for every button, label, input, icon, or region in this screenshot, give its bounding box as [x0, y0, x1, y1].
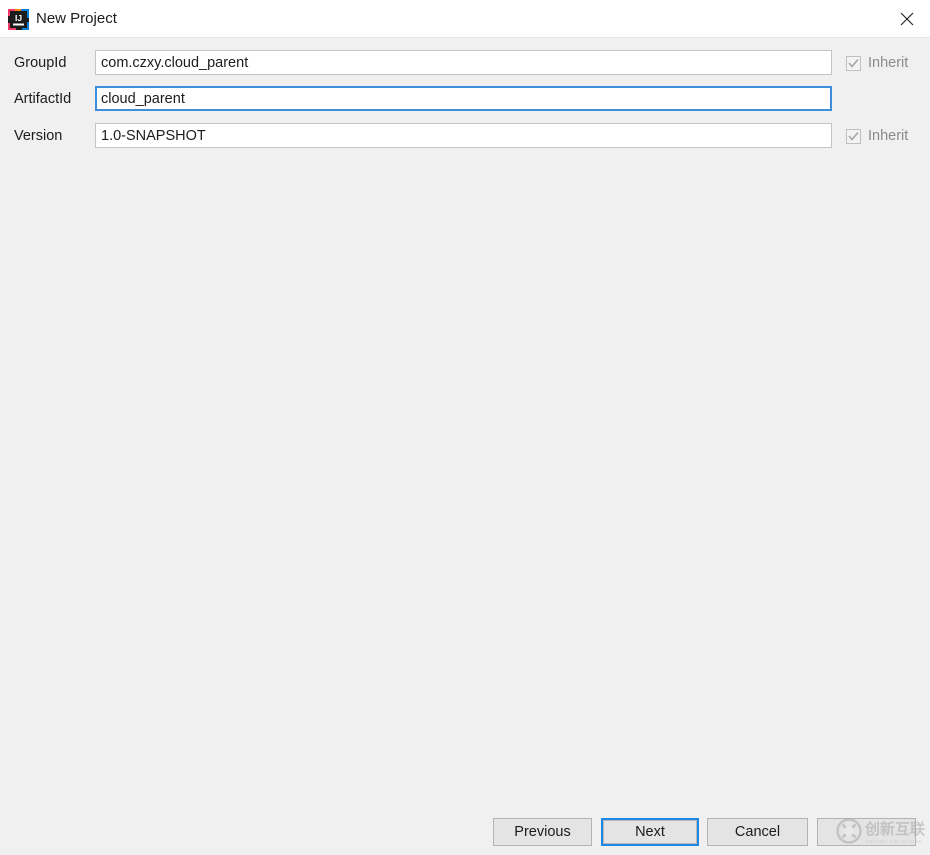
svg-text:IJ: IJ — [15, 13, 22, 23]
title-bar: IJ New Project — [0, 0, 930, 38]
close-icon — [900, 12, 914, 26]
intellij-idea-icon: IJ — [8, 9, 29, 30]
groupid-inherit-label: Inherit — [868, 55, 909, 71]
close-button[interactable] — [884, 0, 930, 38]
groupid-inherit-checkbox[interactable]: Inherit — [846, 52, 908, 74]
dialog-content: GroupId Inherit ArtifactId Version Inher… — [0, 38, 930, 855]
previous-button[interactable]: Previous — [493, 818, 592, 846]
checkbox-checked-icon — [846, 128, 861, 144]
version-input[interactable] — [95, 123, 832, 148]
cancel-button[interactable]: Cancel — [707, 818, 808, 846]
form-row-groupid: GroupId Inherit — [0, 50, 930, 76]
next-button[interactable]: Next — [601, 818, 699, 846]
checkbox-checked-icon — [846, 55, 861, 71]
form-row-artifactid: ArtifactId — [0, 86, 930, 112]
form-row-version: Version Inherit — [0, 123, 930, 149]
artifactid-label: ArtifactId — [14, 91, 72, 107]
version-inherit-checkbox[interactable]: Inherit — [846, 125, 908, 147]
artifactid-input[interactable] — [95, 86, 832, 111]
next-button-label: Next — [603, 820, 697, 844]
groupid-input[interactable] — [95, 50, 832, 75]
version-inherit-label: Inherit — [868, 128, 909, 144]
help-button[interactable] — [817, 818, 916, 846]
version-label: Version — [14, 128, 63, 144]
groupid-label: GroupId — [14, 55, 67, 71]
window-title: New Project — [36, 10, 117, 27]
